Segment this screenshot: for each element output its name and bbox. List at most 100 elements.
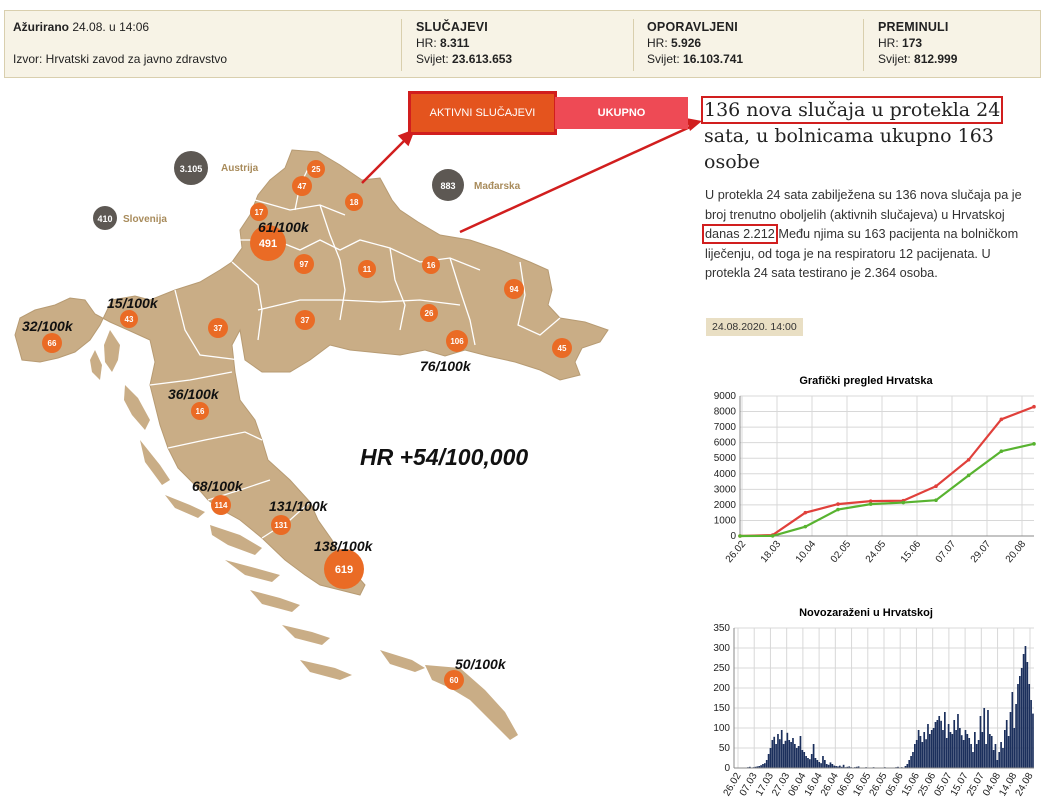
bar [942, 730, 944, 768]
bar [957, 714, 959, 768]
bar [818, 762, 821, 768]
neighbour-austria: 3.105 Austrija [174, 151, 259, 185]
bar [792, 738, 794, 768]
updated-label: Ažurirano [13, 20, 70, 34]
rate-label: 76/100k [420, 358, 472, 374]
recovered-hr-value: 5.926 [671, 36, 702, 50]
county-count: 47 [298, 182, 307, 191]
bar [801, 750, 804, 768]
county-count: 37 [301, 316, 310, 325]
series-point [966, 473, 971, 478]
series-point [836, 507, 840, 512]
y-tick-label: 8000 [714, 407, 737, 418]
series-point [1032, 442, 1036, 446]
bar [786, 732, 789, 768]
series-point [999, 417, 1004, 422]
article-date: 24.08.2020. 14:00 [706, 318, 803, 336]
island [282, 625, 330, 645]
island [225, 560, 280, 582]
bar [955, 730, 957, 768]
cases-title: SLUČAJEVI [416, 20, 488, 34]
deceased-world-value: 812.999 [914, 52, 958, 66]
county-count: 94 [510, 285, 519, 294]
county-count: 16 [196, 407, 205, 416]
x-tick-label: 07.07 [934, 539, 959, 566]
x-tick-label: 20.08 [1004, 539, 1029, 566]
island [250, 590, 300, 612]
island [90, 350, 102, 380]
rate-label: 131/100k [269, 498, 329, 514]
bar [1009, 712, 1012, 768]
bar [1026, 662, 1029, 768]
y-tick-label: 5000 [714, 453, 737, 464]
county-count: 43 [125, 315, 134, 324]
bar [816, 760, 819, 768]
bar [985, 744, 987, 768]
island [124, 385, 150, 430]
bar [1024, 646, 1027, 768]
recovered-hr-label: HR: [647, 36, 668, 50]
bar [1017, 684, 1019, 768]
y-tick-label: 350 [713, 623, 730, 634]
stats-bar: Ažurirano 24.08. u 14:06 Izvor: Hrvatski… [4, 10, 1041, 78]
series-point [901, 500, 906, 505]
cases-hr-value: 8.311 [440, 36, 470, 50]
body-highlighted: danas 2.212 [702, 224, 778, 244]
bar [795, 748, 798, 768]
map-headline: HR +54/100,000 [360, 444, 528, 470]
bar [949, 732, 952, 768]
bar [784, 740, 787, 768]
bar [812, 744, 815, 768]
deceased-title: PREMINULI [878, 20, 949, 34]
bar [803, 752, 806, 768]
bar [990, 736, 993, 768]
total-button[interactable]: UKUPNO [555, 97, 688, 129]
bar [959, 728, 961, 768]
bar [974, 732, 976, 768]
bar [940, 720, 942, 768]
rate-label: 61/100k [258, 219, 310, 235]
line-chart: Grafički pregled Hrvatska 0 1000 2000 3000 4… [714, 375, 1036, 566]
bar [805, 756, 807, 768]
bar [831, 764, 834, 768]
bar [975, 744, 978, 768]
article-headline[interactable]: 136 nova slučaja u protekla 24 sata, u b… [700, 96, 1024, 175]
neighbour-count: 883 [440, 181, 455, 191]
bar [910, 756, 912, 768]
bar [944, 712, 946, 768]
bar [927, 724, 929, 768]
county-count: 26 [425, 309, 434, 318]
x-tick-label: 26.02 [724, 539, 749, 566]
series-point [803, 510, 808, 515]
series-point [934, 498, 938, 503]
bar [977, 740, 980, 768]
series-point [836, 502, 840, 506]
bar [923, 732, 926, 768]
series-point [1032, 404, 1036, 409]
island [425, 665, 518, 740]
y-tick-label: 50 [719, 743, 731, 754]
county-count: 37 [214, 324, 223, 333]
bar [824, 760, 826, 768]
bar [947, 724, 950, 768]
bar [771, 740, 774, 768]
deceased-world-label: Svijet: [878, 52, 911, 66]
y-tick-label: 300 [713, 643, 730, 654]
series-line [739, 442, 1035, 538]
bar [945, 738, 948, 768]
series-point [934, 484, 938, 489]
bar [929, 734, 931, 768]
island [300, 660, 352, 680]
bar [951, 734, 954, 768]
chart-title: Grafički pregled Hrvatska [799, 375, 933, 387]
bar [822, 756, 824, 768]
divider [401, 19, 402, 71]
active-cases-button[interactable]: AKTIVNI SLUČAJEVI [408, 91, 557, 135]
x-tick-label: 29.07 [969, 539, 994, 566]
deceased-column: PREMINULI HR: 173 Svijet: 812.999 [878, 19, 957, 67]
island [380, 650, 425, 672]
x-tick-label: 24.08 [1014, 771, 1036, 799]
headline-highlighted: 136 nova slučaja u protekla 24 [700, 96, 1004, 124]
bar [938, 716, 941, 768]
bar [769, 748, 772, 768]
